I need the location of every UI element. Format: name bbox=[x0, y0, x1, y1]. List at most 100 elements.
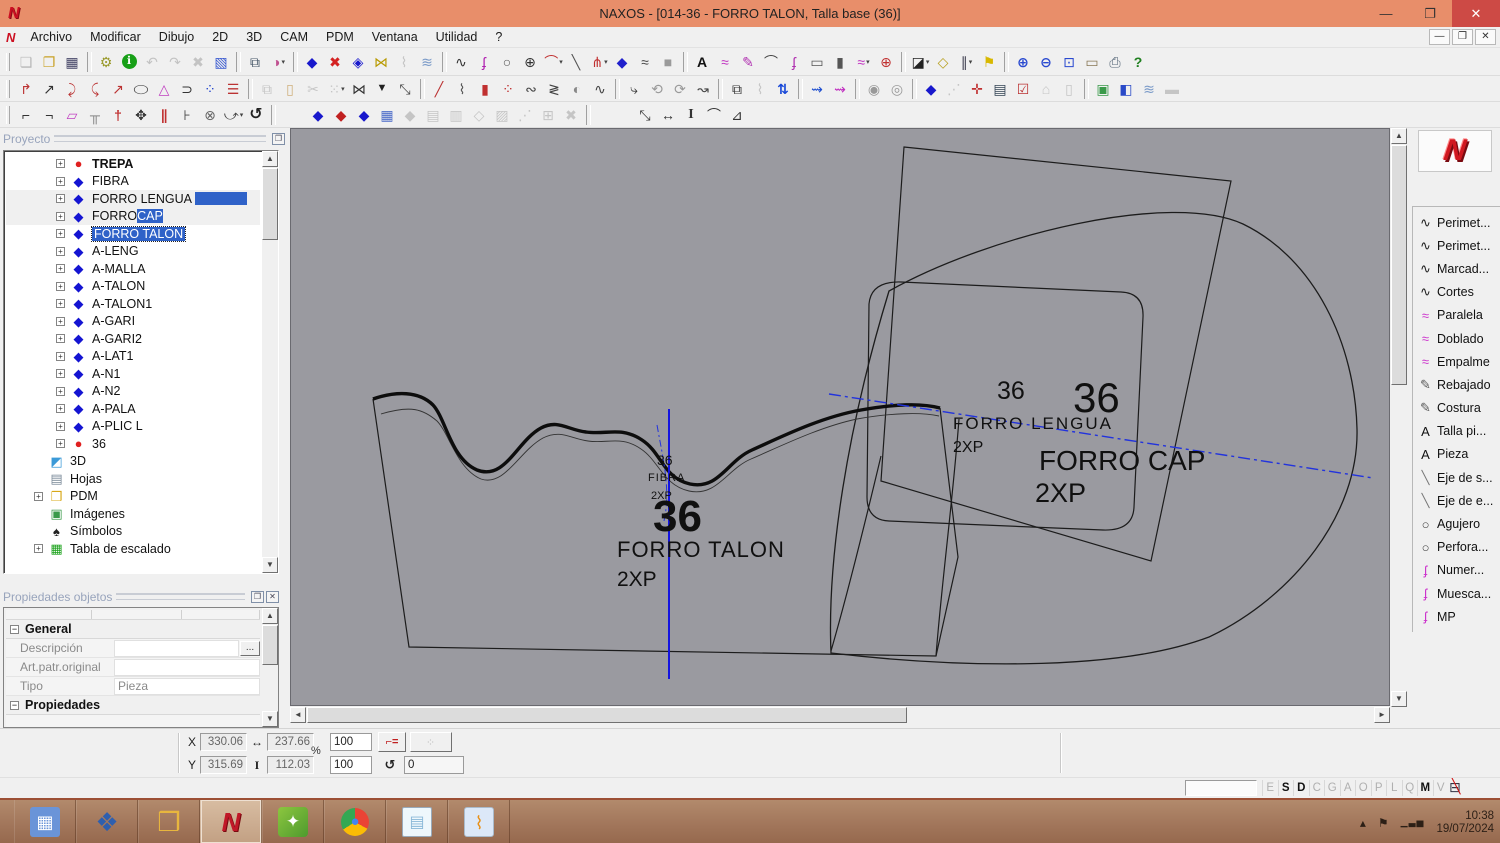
paste[interactable]: ▯ bbox=[279, 78, 302, 100]
network-signal-icon[interactable]: ▁▃▅ bbox=[1401, 817, 1425, 828]
tree-item-a-gari2[interactable]: + ◆ A-GARI2 bbox=[6, 330, 260, 348]
tree-item-a-gari[interactable]: + ◆ A-GARI bbox=[6, 313, 260, 331]
align-bars[interactable]: ☰ bbox=[222, 78, 245, 100]
ellipsis-button[interactable]: ... bbox=[240, 640, 260, 656]
hand-tool[interactable]: ▬ bbox=[1161, 78, 1184, 100]
red-dagger[interactable]: † bbox=[107, 104, 130, 126]
print[interactable]: ⎙ bbox=[1104, 51, 1127, 73]
curve-arrow[interactable]: ↝ bbox=[692, 78, 715, 100]
piece-walk[interactable]: ⌇ bbox=[393, 51, 416, 73]
CAM[interactable]: CAM bbox=[271, 27, 317, 48]
layers[interactable]: ⧉ bbox=[244, 51, 267, 73]
zoom-prev[interactable]: ◉ bbox=[863, 78, 886, 100]
view-select[interactable]: ◪ ▾ bbox=[909, 51, 932, 73]
tool-cortes[interactable]: ∿ Cortes bbox=[1416, 281, 1500, 304]
cut-nodes[interactable]: ⤡ bbox=[394, 78, 417, 100]
flag-cell[interactable]: G bbox=[1324, 780, 1340, 796]
measure-angle[interactable]: ⊿ bbox=[726, 104, 749, 126]
corner-finish-2[interactable]: ↗ bbox=[38, 78, 61, 100]
node-n2[interactable]: ⋰ bbox=[514, 104, 537, 126]
tree-item-a-talon[interactable]: + ◆ A-TALON bbox=[6, 278, 260, 296]
drawing-canvas[interactable]: 36 FIBRA 2XP 36 FORRO TALON 2XP 36 FORRO… bbox=[290, 128, 1390, 706]
tool-agujero[interactable]: ○ Agujero bbox=[1416, 512, 1500, 535]
table-cols[interactable]: ▥ bbox=[445, 104, 468, 126]
cut[interactable]: ✂ bbox=[302, 78, 325, 100]
tree-item-a-lat1[interactable]: + ◆ A-LAT1 bbox=[6, 348, 260, 366]
node-cluster[interactable]: ⁘ bbox=[199, 78, 222, 100]
wave-tool[interactable]: ≈ bbox=[714, 51, 737, 73]
tree-item-forro-talon[interactable]: + ◆ FORRO TALON bbox=[6, 225, 260, 243]
tree-item-a-n2[interactable]: + ◆ A-N2 bbox=[6, 383, 260, 401]
flag-cell[interactable]: A bbox=[1339, 780, 1355, 796]
anchor-drop[interactable]: ◆ bbox=[399, 104, 422, 126]
tool-mp[interactable]: ʄ MP bbox=[1416, 605, 1500, 628]
scroll-up-icon[interactable]: ▲ bbox=[262, 608, 278, 624]
Dibujo[interactable]: Dibujo bbox=[150, 27, 203, 48]
fine-grid[interactable]: ╥ bbox=[84, 104, 107, 126]
arc-tool[interactable]: ⌒ ▾ bbox=[542, 51, 565, 73]
rotate-center[interactable]: ⊕ bbox=[875, 51, 898, 73]
flag-cell[interactable]: Q bbox=[1401, 780, 1417, 796]
prop-art-patr-original[interactable]: Art.patr.original bbox=[6, 658, 260, 677]
tool-perforado[interactable]: ○ Perfora... bbox=[1416, 536, 1500, 559]
collapse-icon[interactable]: − bbox=[10, 700, 19, 710]
expand-icon[interactable]: + bbox=[56, 421, 65, 431]
expand-icon[interactable]: + bbox=[56, 211, 65, 221]
tree-item-36[interactable]: + ● 36 bbox=[6, 435, 260, 453]
taskbar-chrome[interactable]: ● bbox=[324, 800, 386, 843]
stitch-pen[interactable]: ⌇ bbox=[451, 78, 474, 100]
tool-perimetro-2[interactable]: ∿ Perimet... bbox=[1416, 234, 1500, 257]
piece-wizard[interactable]: ◆ bbox=[611, 51, 634, 73]
rotate-button[interactable]: ↺ bbox=[378, 755, 402, 775]
tree-item-simbolos[interactable]: ♠ Símbolos bbox=[6, 523, 260, 541]
rotate-ccw-outline[interactable]: ⟲ bbox=[646, 78, 669, 100]
zoom-next[interactable]: ◎ bbox=[886, 78, 909, 100]
text-tool[interactable]: A bbox=[691, 51, 714, 73]
apply-curve-right[interactable]: ⇝ bbox=[806, 78, 829, 100]
piece-fast-apply[interactable]: ◆ bbox=[307, 104, 330, 126]
measure-ruler[interactable]: ▭ bbox=[1081, 51, 1104, 73]
3D[interactable]: 3D bbox=[237, 27, 271, 48]
measure-vertical[interactable]: I bbox=[680, 104, 703, 126]
swap-updown[interactable]: ⇅ bbox=[772, 78, 795, 100]
scroll-up-icon[interactable]: ▲ bbox=[1391, 128, 1407, 144]
shape-overlay[interactable]: ⊗ bbox=[199, 104, 222, 126]
prop-descripcion[interactable]: Descripción ... bbox=[6, 639, 260, 658]
corner-trim-2[interactable]: ⌐ bbox=[38, 104, 61, 126]
info-icon[interactable]: ℹ bbox=[118, 51, 141, 73]
expand-icon[interactable]: + bbox=[56, 334, 65, 344]
tool-eje-escalado[interactable]: ╲ Eje de e... bbox=[1416, 489, 1500, 512]
mdi-minimize-button[interactable]: — bbox=[1429, 29, 1450, 45]
status-input[interactable] bbox=[1185, 780, 1257, 796]
corner-arc[interactable]: ⌒ bbox=[760, 51, 783, 73]
piece-delete[interactable]: ✖ bbox=[324, 51, 347, 73]
canvas-horizontal-scrollbar[interactable]: ◄ ► bbox=[290, 707, 1390, 724]
tool-rebajado[interactable]: ✎ Rebajado bbox=[1416, 373, 1500, 396]
tree-item-forro-cap[interactable]: + ◆ FORRO CAP bbox=[6, 207, 260, 225]
taskbar-notepad[interactable]: ▤ bbox=[386, 800, 448, 843]
scroll-thumb[interactable] bbox=[1391, 145, 1407, 385]
tree-item-a-malla[interactable]: + ◆ A-MALLA bbox=[6, 260, 260, 278]
flag-cell[interactable]: P bbox=[1370, 780, 1386, 796]
corner-finish-3[interactable]: ⤸ bbox=[61, 78, 84, 100]
move-cross[interactable]: ✥ bbox=[130, 104, 153, 126]
flag-cell[interactable]: C bbox=[1308, 780, 1324, 796]
tray-expand-icon[interactable]: ▴ bbox=[1360, 816, 1366, 830]
expand-icon[interactable]: + bbox=[56, 194, 65, 204]
scroll-down-icon[interactable]: ▼ bbox=[262, 711, 278, 727]
expand-icon[interactable]: + bbox=[56, 316, 65, 326]
piece-new[interactable]: ◈ bbox=[347, 51, 370, 73]
curve-pen[interactable]: ʄ bbox=[473, 51, 496, 73]
flag-cell[interactable]: V bbox=[1432, 780, 1448, 796]
zoom-window[interactable]: ⊕ bbox=[1012, 51, 1035, 73]
red-pen-line[interactable]: ╱ bbox=[428, 78, 451, 100]
nodes-red[interactable]: ⁘ bbox=[497, 78, 520, 100]
table-cells[interactable]: ⊞ bbox=[537, 104, 560, 126]
slot-shape[interactable]: ⊃ bbox=[176, 78, 199, 100]
expand-icon[interactable]: + bbox=[56, 299, 65, 309]
scroll-down-icon[interactable]: ▼ bbox=[1391, 691, 1407, 707]
new-file[interactable]: ❏ bbox=[15, 51, 38, 73]
scroll-left-icon[interactable]: ◄ bbox=[290, 707, 306, 723]
bag-tool-2[interactable]: ▯ bbox=[1058, 78, 1081, 100]
taskbar-clock[interactable]: 10:38 19/07/2024 bbox=[1436, 810, 1494, 836]
